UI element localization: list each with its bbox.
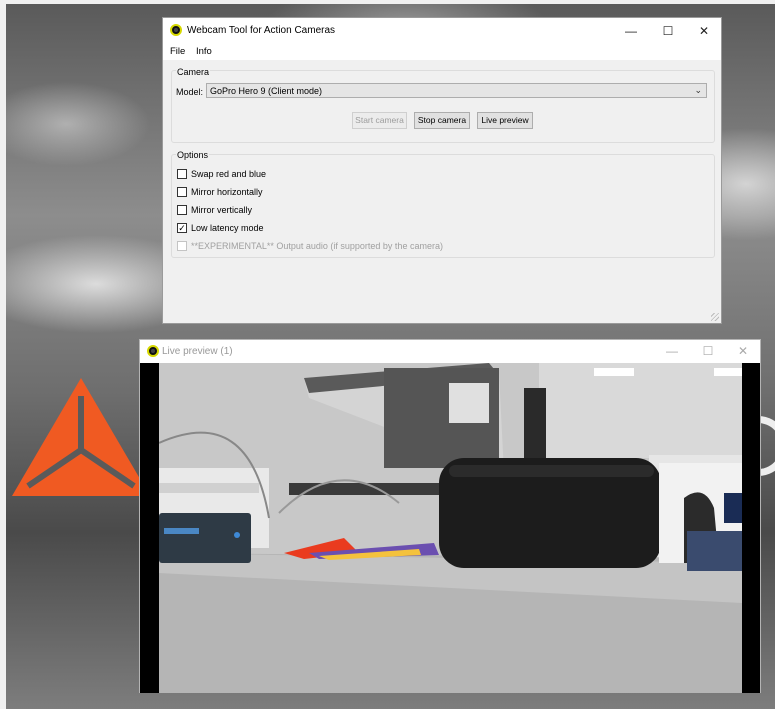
checkbox [177, 241, 187, 251]
main-window: Webcam Tool for Action Cameras — ☐ ✕ Fil… [162, 17, 722, 324]
chevron-down-icon: ⌄ [694, 85, 702, 95]
title-bar[interactable]: Webcam Tool for Action Cameras — ☐ ✕ [163, 18, 721, 44]
close-button[interactable]: ✕ [685, 18, 723, 44]
maximize-button[interactable]: ☐ [649, 18, 687, 44]
live-preview-button[interactable]: Live preview [477, 112, 533, 129]
preview-window-title: Live preview (1) [162, 346, 233, 357]
maximize-button[interactable]: ☐ [689, 340, 727, 362]
option-label: Mirror horizontally [191, 187, 263, 197]
options-group-label: Options [176, 150, 210, 160]
app-icon [170, 24, 182, 36]
checkbox[interactable] [177, 169, 187, 179]
option-label: **EXPERIMENTAL** Output audio (if suppor… [191, 241, 443, 251]
start-camera-button[interactable]: Start camera [352, 112, 407, 129]
checkbox[interactable] [177, 205, 187, 215]
minimize-button[interactable]: — [612, 18, 650, 44]
camera-group-label: Camera [176, 67, 211, 77]
resize-grip[interactable] [711, 313, 719, 321]
brand-logo [12, 378, 150, 496]
option-label: Low latency mode [191, 223, 264, 233]
menu-info[interactable]: Info [196, 46, 212, 57]
option-label: Mirror vertically [191, 205, 253, 215]
model-select-value: GoPro Hero 9 (Client mode) [210, 86, 323, 96]
checkbox[interactable] [177, 187, 187, 197]
camera-image [159, 363, 742, 693]
app-icon [147, 345, 159, 357]
menu-file[interactable]: File [170, 46, 185, 57]
option-label: Swap red and blue [191, 169, 267, 179]
preview-window: Live preview (1) — ☐ ✕ [139, 339, 761, 693]
model-label: Model: [176, 87, 204, 97]
model-select[interactable]: GoPro Hero 9 (Client mode) ⌄ [206, 83, 707, 98]
close-button[interactable]: ✕ [724, 340, 762, 362]
camera-group [171, 70, 715, 143]
menu-bar: File Info [163, 44, 721, 60]
video-feed [140, 363, 760, 693]
minimize-button[interactable]: — [653, 340, 691, 362]
checkbox-checked[interactable]: ✓ [177, 223, 187, 233]
stop-camera-button[interactable]: Stop camera [414, 112, 470, 129]
window-title: Webcam Tool for Action Cameras [187, 25, 336, 36]
